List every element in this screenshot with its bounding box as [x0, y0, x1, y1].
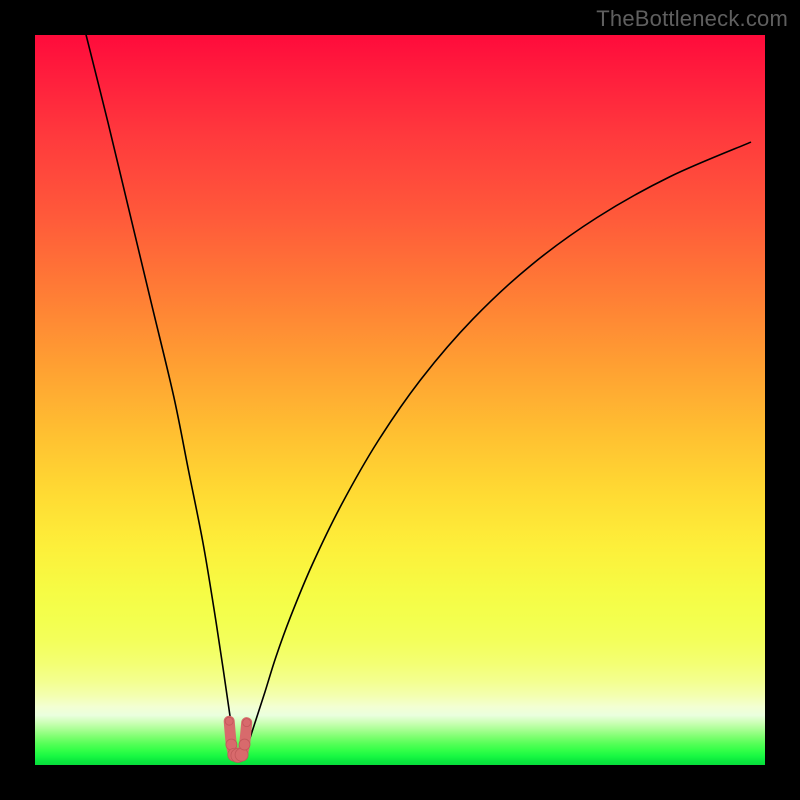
chart-svg — [35, 35, 765, 765]
watermark-text: TheBottleneck.com — [596, 6, 788, 32]
valley-marker-dot — [225, 717, 233, 725]
valley-marker-dot — [239, 739, 250, 750]
plot-area — [35, 35, 765, 765]
bottleneck-curve — [86, 35, 750, 755]
chart-root: TheBottleneck.com — [0, 0, 800, 800]
valley-markers — [225, 717, 251, 762]
valley-marker-dot — [243, 719, 251, 727]
